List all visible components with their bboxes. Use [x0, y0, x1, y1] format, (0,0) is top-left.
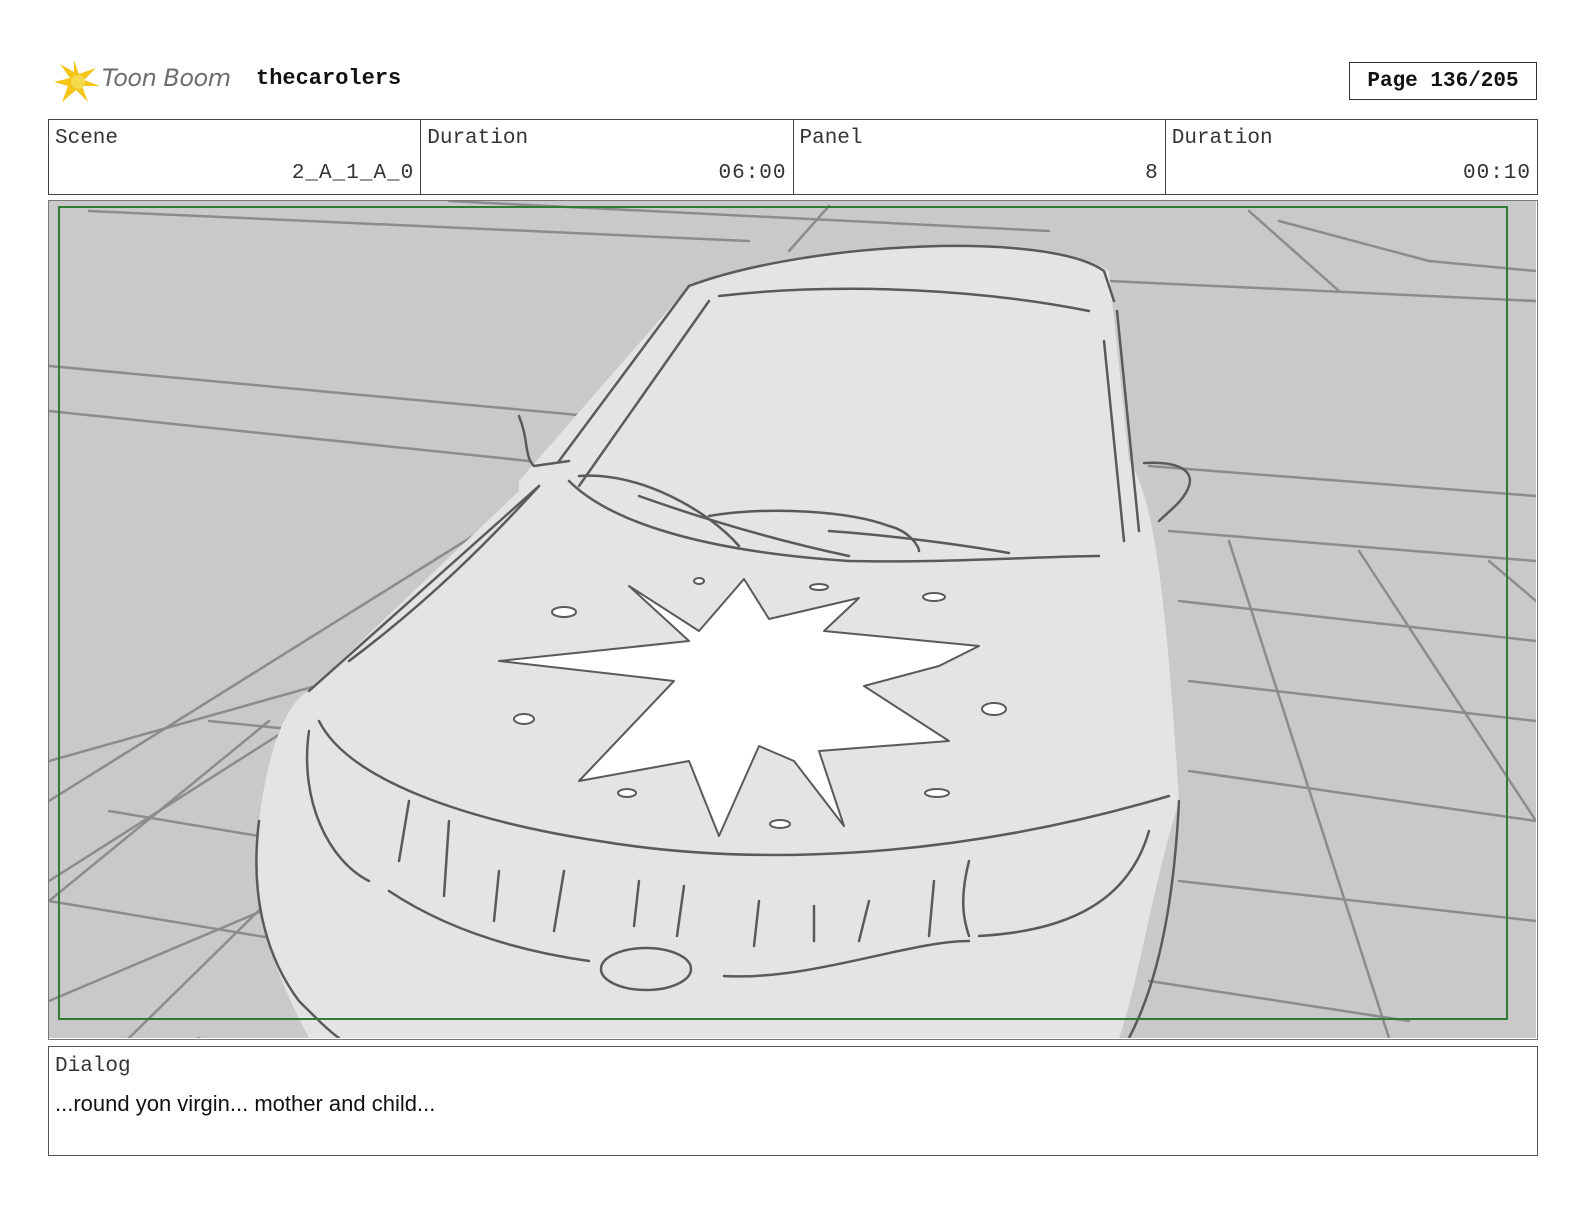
storyboard-panel	[48, 200, 1538, 1040]
toon-boom-logo: Toon Boom	[52, 56, 242, 106]
dialog-label: Dialog	[55, 1055, 131, 1078]
panel-duration-cell: Duration 00:10	[1166, 120, 1537, 194]
scene-info-table: Scene 2_A_1_A_0 Duration 06:00 Panel 8 D…	[48, 119, 1538, 195]
scene-duration-value: 06:00	[718, 162, 787, 185]
dialog-box: Dialog ...round yon virgin... mother and…	[48, 1046, 1538, 1156]
logo-text: Toon Boom	[102, 64, 231, 92]
project-title: thecarolers	[256, 66, 402, 91]
scene-cell: Scene 2_A_1_A_0	[49, 120, 422, 194]
panel-duration-label: Duration	[1171, 127, 1273, 150]
scene-label: Scene	[55, 127, 119, 150]
storyboard-sketch-image	[49, 201, 1536, 1038]
panel-cell: Panel 8	[794, 120, 1166, 194]
panel-duration-value: 00:10	[1462, 162, 1531, 185]
dialog-text: ...round yon virgin... mother and child.…	[55, 1091, 436, 1116]
scene-duration-cell: Duration 06:00	[421, 120, 794, 194]
panel-value: 8	[1145, 162, 1159, 185]
scene-value: 2_A_1_A_0	[291, 162, 415, 185]
panel-label: Panel	[799, 127, 863, 150]
starburst-logo-icon	[54, 60, 100, 102]
page-indicator: Page 136/205	[1349, 62, 1537, 100]
scene-duration-label: Duration	[427, 127, 529, 150]
